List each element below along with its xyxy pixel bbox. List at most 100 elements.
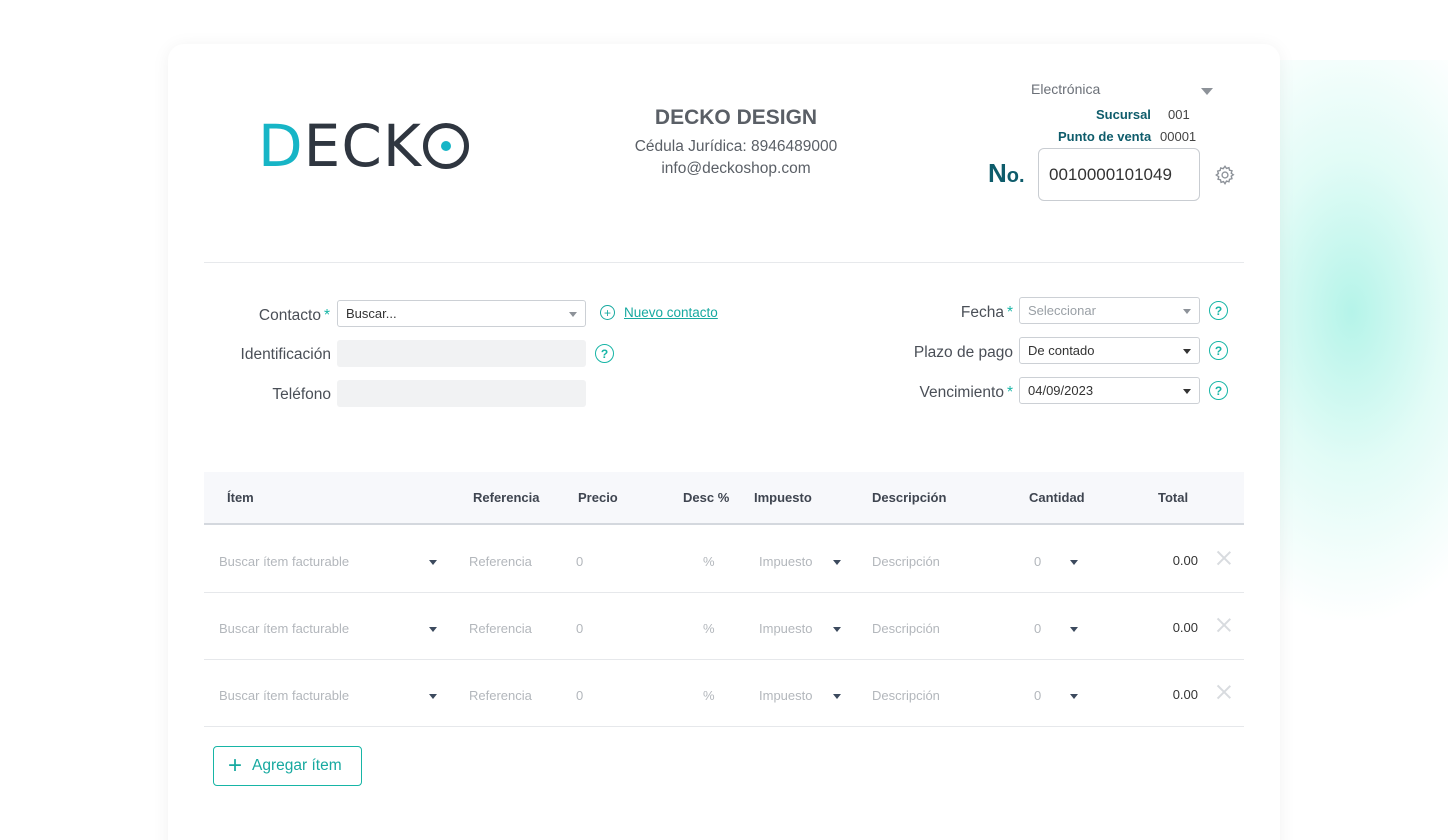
add-item-button[interactable]: + Agregar ítem: [213, 746, 362, 786]
table-row: Buscar ítem facturable Referencia 0 % Im…: [204, 593, 1244, 660]
chevron-down-icon[interactable]: [429, 627, 437, 632]
punto-venta-value: 00001: [1160, 129, 1197, 144]
fecha-placeholder: Seleccionar: [1028, 303, 1096, 318]
chevron-down-icon: [1201, 88, 1213, 95]
plazo-select[interactable]: De contado: [1019, 337, 1200, 364]
header-item: Ítem: [227, 490, 254, 505]
add-item-label: Agregar ítem: [252, 757, 342, 774]
chevron-down-icon[interactable]: [833, 560, 841, 565]
identificacion-label: Identificación: [240, 346, 331, 363]
header-referencia: Referencia: [473, 490, 540, 505]
descripcion-input[interactable]: Descripción: [872, 621, 940, 636]
chevron-down-icon[interactable]: [429, 560, 437, 565]
precio-input[interactable]: 0: [576, 688, 583, 703]
help-icon[interactable]: ?: [595, 344, 614, 363]
required-marker: *: [1006, 384, 1013, 401]
logo-letter-d: D: [258, 112, 304, 180]
chevron-down-icon[interactable]: [833, 627, 841, 632]
chevron-down-icon: [569, 312, 577, 317]
precio-input[interactable]: 0: [576, 554, 583, 569]
table-row: Buscar ítem facturable Referencia 0 % Im…: [204, 660, 1244, 727]
precio-input[interactable]: 0: [576, 621, 583, 636]
telefono-field[interactable]: [337, 380, 586, 407]
new-contact-label: Nuevo contacto: [624, 305, 718, 320]
impuesto-select[interactable]: Impuesto: [759, 554, 812, 569]
document-number-input[interactable]: 0010000101049: [1038, 148, 1200, 201]
plus-circle-icon: +: [600, 305, 615, 320]
help-icon[interactable]: ?: [1209, 341, 1228, 360]
required-marker: *: [1006, 304, 1013, 321]
plus-icon: +: [228, 752, 243, 779]
sucursal-value: 001: [1168, 107, 1190, 122]
decko-logo: D ECK: [258, 116, 469, 176]
logo-letters: ECK: [303, 112, 422, 180]
help-icon[interactable]: ?: [1209, 381, 1228, 400]
close-icon[interactable]: [1216, 617, 1232, 633]
contacto-label: Contacto *: [210, 307, 330, 325]
identificacion-field[interactable]: [337, 340, 586, 367]
chevron-down-icon[interactable]: [1070, 560, 1078, 565]
vencimiento-label: Vencimiento *: [860, 384, 1014, 402]
fecha-label-text: Fecha: [960, 304, 1004, 321]
cantidad-input[interactable]: 0: [1034, 621, 1041, 636]
cantidad-input[interactable]: 0: [1034, 554, 1041, 569]
contacto-select[interactable]: Buscar...: [337, 300, 586, 327]
header-total: Total: [1158, 490, 1189, 505]
logo-o-mark: [422, 123, 469, 169]
impuesto-select[interactable]: Impuesto: [759, 621, 812, 636]
document-type-value: Electrónica: [1031, 81, 1101, 97]
chevron-down-icon: [1183, 389, 1191, 394]
chevron-down-icon[interactable]: [1070, 694, 1078, 699]
impuesto-select[interactable]: Impuesto: [759, 688, 812, 703]
help-icon[interactable]: ?: [1209, 301, 1228, 320]
cantidad-input[interactable]: 0: [1034, 688, 1041, 703]
chevron-down-icon: [1183, 309, 1191, 314]
company-legal-id: Cédula Jurídica: 8946489000: [634, 138, 838, 155]
number-label-n: N: [988, 158, 1007, 188]
header-desc: Desc %: [683, 490, 730, 505]
desc-input[interactable]: %: [703, 688, 715, 703]
referencia-input[interactable]: Referencia: [469, 554, 532, 569]
item-search-input[interactable]: Buscar ítem facturable: [219, 621, 349, 636]
item-search-input[interactable]: Buscar ítem facturable: [219, 554, 349, 569]
table-row: Buscar ítem facturable Referencia 0 % Im…: [204, 526, 1244, 593]
company-email: info@deckoshop.com: [661, 160, 811, 177]
vencimiento-select[interactable]: 04/09/2023: [1019, 377, 1200, 404]
plazo-value: De contado: [1028, 343, 1095, 358]
contacto-label-text: Contacto: [258, 307, 321, 324]
row-total: 0.00: [1172, 620, 1198, 635]
header-impuesto: Impuesto: [754, 490, 812, 505]
header-cantidad: Cantidad: [1029, 490, 1085, 505]
header-descripcion: Descripción: [872, 490, 947, 505]
item-search-input[interactable]: Buscar ítem facturable: [219, 688, 349, 703]
close-icon[interactable]: [1216, 684, 1232, 700]
close-icon[interactable]: [1216, 550, 1232, 566]
required-marker: *: [323, 307, 330, 324]
header-precio: Precio: [578, 490, 618, 505]
number-label: No.: [988, 158, 1025, 189]
gear-icon[interactable]: [1214, 164, 1236, 186]
chevron-down-icon[interactable]: [429, 694, 437, 699]
referencia-input[interactable]: Referencia: [469, 688, 532, 703]
descripcion-input[interactable]: Descripción: [872, 554, 940, 569]
chevron-down-icon[interactable]: [1070, 627, 1078, 632]
descripcion-input[interactable]: Descripción: [872, 688, 940, 703]
desc-input[interactable]: %: [703, 621, 715, 636]
punto-venta-label: Punto de venta: [1058, 129, 1152, 144]
document-type-select[interactable]: Electrónica: [1031, 81, 1215, 101]
chevron-down-icon: [1183, 349, 1191, 354]
plazo-label: Plazo de pago: [913, 344, 1013, 361]
contacto-placeholder: Buscar...: [346, 306, 397, 321]
fecha-label: Fecha *: [880, 304, 1013, 322]
telefono-label: Teléfono: [272, 386, 331, 403]
new-contact-link[interactable]: + Nuevo contacto: [600, 305, 718, 320]
company-name: DECKO DESIGN: [654, 106, 818, 129]
header-divider: [204, 262, 1244, 263]
fecha-select[interactable]: Seleccionar: [1019, 297, 1200, 324]
sucursal-label: Sucursal: [1096, 107, 1151, 122]
referencia-input[interactable]: Referencia: [469, 621, 532, 636]
desc-input[interactable]: %: [703, 554, 715, 569]
number-label-suffix: o.: [1006, 165, 1025, 187]
vencimiento-label-text: Vencimiento: [919, 384, 1004, 401]
chevron-down-icon[interactable]: [833, 694, 841, 699]
